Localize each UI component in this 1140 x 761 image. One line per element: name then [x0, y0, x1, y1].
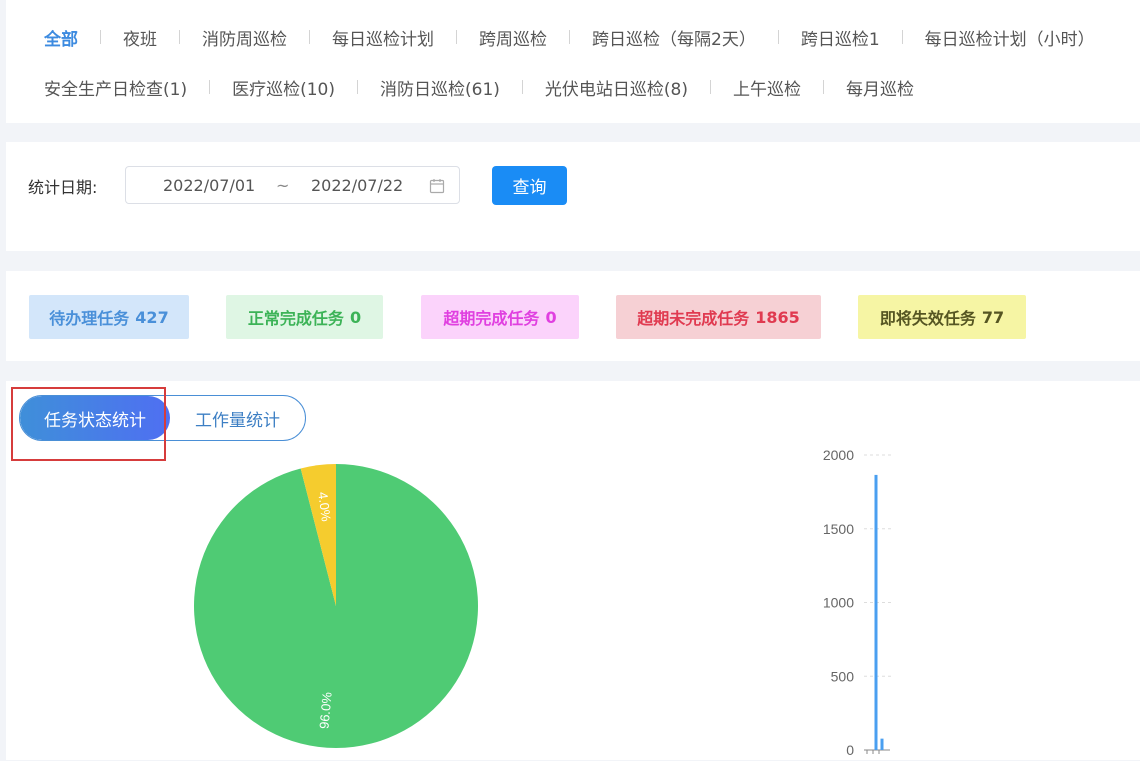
category-tab[interactable]: 跨日巡检1: [801, 25, 880, 50]
bar[interactable]: [880, 738, 884, 750]
stat-label: 正常完成任务: [247, 309, 344, 328]
completed-tasks-badge[interactable]: 正常完成任务 0: [226, 295, 383, 339]
tab-divider: [209, 80, 211, 94]
stat-value: 1865: [755, 307, 800, 327]
tab-divider: [823, 80, 824, 94]
stat-label: 超期未完成任务: [637, 309, 750, 328]
category-tab[interactable]: 消防日巡检(61): [380, 75, 500, 100]
tab-row-2: 安全生产日检查(1) 医疗巡检(10) 消防日巡检(61) 光伏电站日巡检(8) 上午巡…: [44, 74, 914, 100]
category-tab[interactable]: 每日巡检计划（小时）: [925, 25, 1095, 50]
stat-value: 0: [545, 307, 557, 327]
y-tick-label: 1500: [823, 521, 854, 537]
tab-divider: [309, 30, 310, 44]
stats-panel: 待办理任务 427 正常完成任务 0 超期完成任务 0 超期未完成任务 1865 即将失…: [6, 271, 1140, 361]
query-button[interactable]: 查询: [492, 166, 567, 205]
filter-panel: 统计日期: 2022/07/01 ~ 2022/07/22 查询: [6, 142, 1140, 251]
expiring-tasks-badge[interactable]: 即将失效任务 77: [858, 295, 1026, 339]
tab-divider: [901, 30, 903, 44]
workload-tab[interactable]: 工作量统计: [170, 396, 305, 440]
tab-divider: [521, 80, 523, 94]
tab-divider: [100, 30, 101, 44]
chart-panel: 任务状态统计 工作量统计 4.0% 96.0% 0 500 1000 1500 2000: [6, 381, 1140, 760]
task-status-tab[interactable]: 任务状态统计: [20, 396, 170, 440]
stat-value: 427: [135, 307, 169, 327]
tab-row-1: 全部 夜班 消防周巡检 每日巡检计划 跨周巡检 跨日巡检（每隔2天） 跨日巡检1 每日巡检计划…: [44, 24, 1095, 50]
overdue-completed-badge[interactable]: 超期完成任务 0: [421, 295, 579, 339]
category-tab[interactable]: 跨日巡检（每隔2天）: [592, 25, 756, 50]
date-range-picker[interactable]: 2022/07/01 ~ 2022/07/22: [125, 166, 460, 204]
bar[interactable]: [874, 474, 878, 750]
y-tick-label: 1000: [823, 595, 854, 611]
category-tabs-panel: 全部 夜班 消防周巡检 每日巡检计划 跨周巡检 跨日巡检（每隔2天） 跨日巡检1 每日巡检计划…: [6, 0, 1140, 123]
chart-toggle: 任务状态统计 工作量统计: [19, 395, 306, 441]
category-tab[interactable]: 消防周巡检: [202, 25, 287, 50]
status-pie-chart: 4.0%96.0%: [193, 464, 478, 748]
calendar-icon[interactable]: [429, 178, 445, 198]
category-tab[interactable]: 上午巡检: [733, 75, 801, 100]
category-tab[interactable]: 安全生产日检查(1): [44, 75, 187, 100]
y-tick-label: 0: [846, 742, 854, 758]
tab-divider: [456, 30, 457, 44]
start-date-input[interactable]: 2022/07/01: [163, 176, 255, 195]
category-tab[interactable]: 夜班: [123, 25, 157, 50]
tab-divider: [569, 30, 570, 44]
y-tick-label: 500: [831, 668, 855, 684]
y-tick-label: 2000: [823, 447, 854, 463]
tab-divider: [179, 30, 180, 44]
overdue-incomplete-badge[interactable]: 超期未完成任务 1865: [616, 295, 821, 339]
end-date-input[interactable]: 2022/07/22: [311, 176, 403, 195]
stat-value: 77: [981, 307, 1005, 327]
stat-label: 待办理任务: [49, 309, 130, 328]
stat-label: 超期完成任务: [443, 309, 540, 328]
tab-divider: [710, 80, 711, 94]
status-bar-chart: 0 500 1000 1500 2000: [823, 447, 894, 758]
category-tab[interactable]: 医疗巡检(10): [232, 75, 335, 100]
stat-value: 0: [349, 307, 362, 327]
pending-tasks-badge[interactable]: 待办理任务 427: [29, 295, 189, 339]
category-tab[interactable]: 全部: [44, 25, 78, 50]
category-tab[interactable]: 每日巡检计划: [332, 25, 434, 50]
date-label: 统计日期:: [28, 178, 98, 197]
tab-divider: [777, 30, 779, 44]
stat-label: 即将失效任务: [879, 309, 976, 328]
tab-divider: [357, 80, 358, 94]
date-separator: ~: [276, 176, 290, 195]
category-tab[interactable]: 光伏电站日巡检(8): [545, 75, 688, 100]
category-tab[interactable]: 每月巡检: [846, 75, 914, 100]
category-tab[interactable]: 跨周巡检: [479, 25, 547, 50]
